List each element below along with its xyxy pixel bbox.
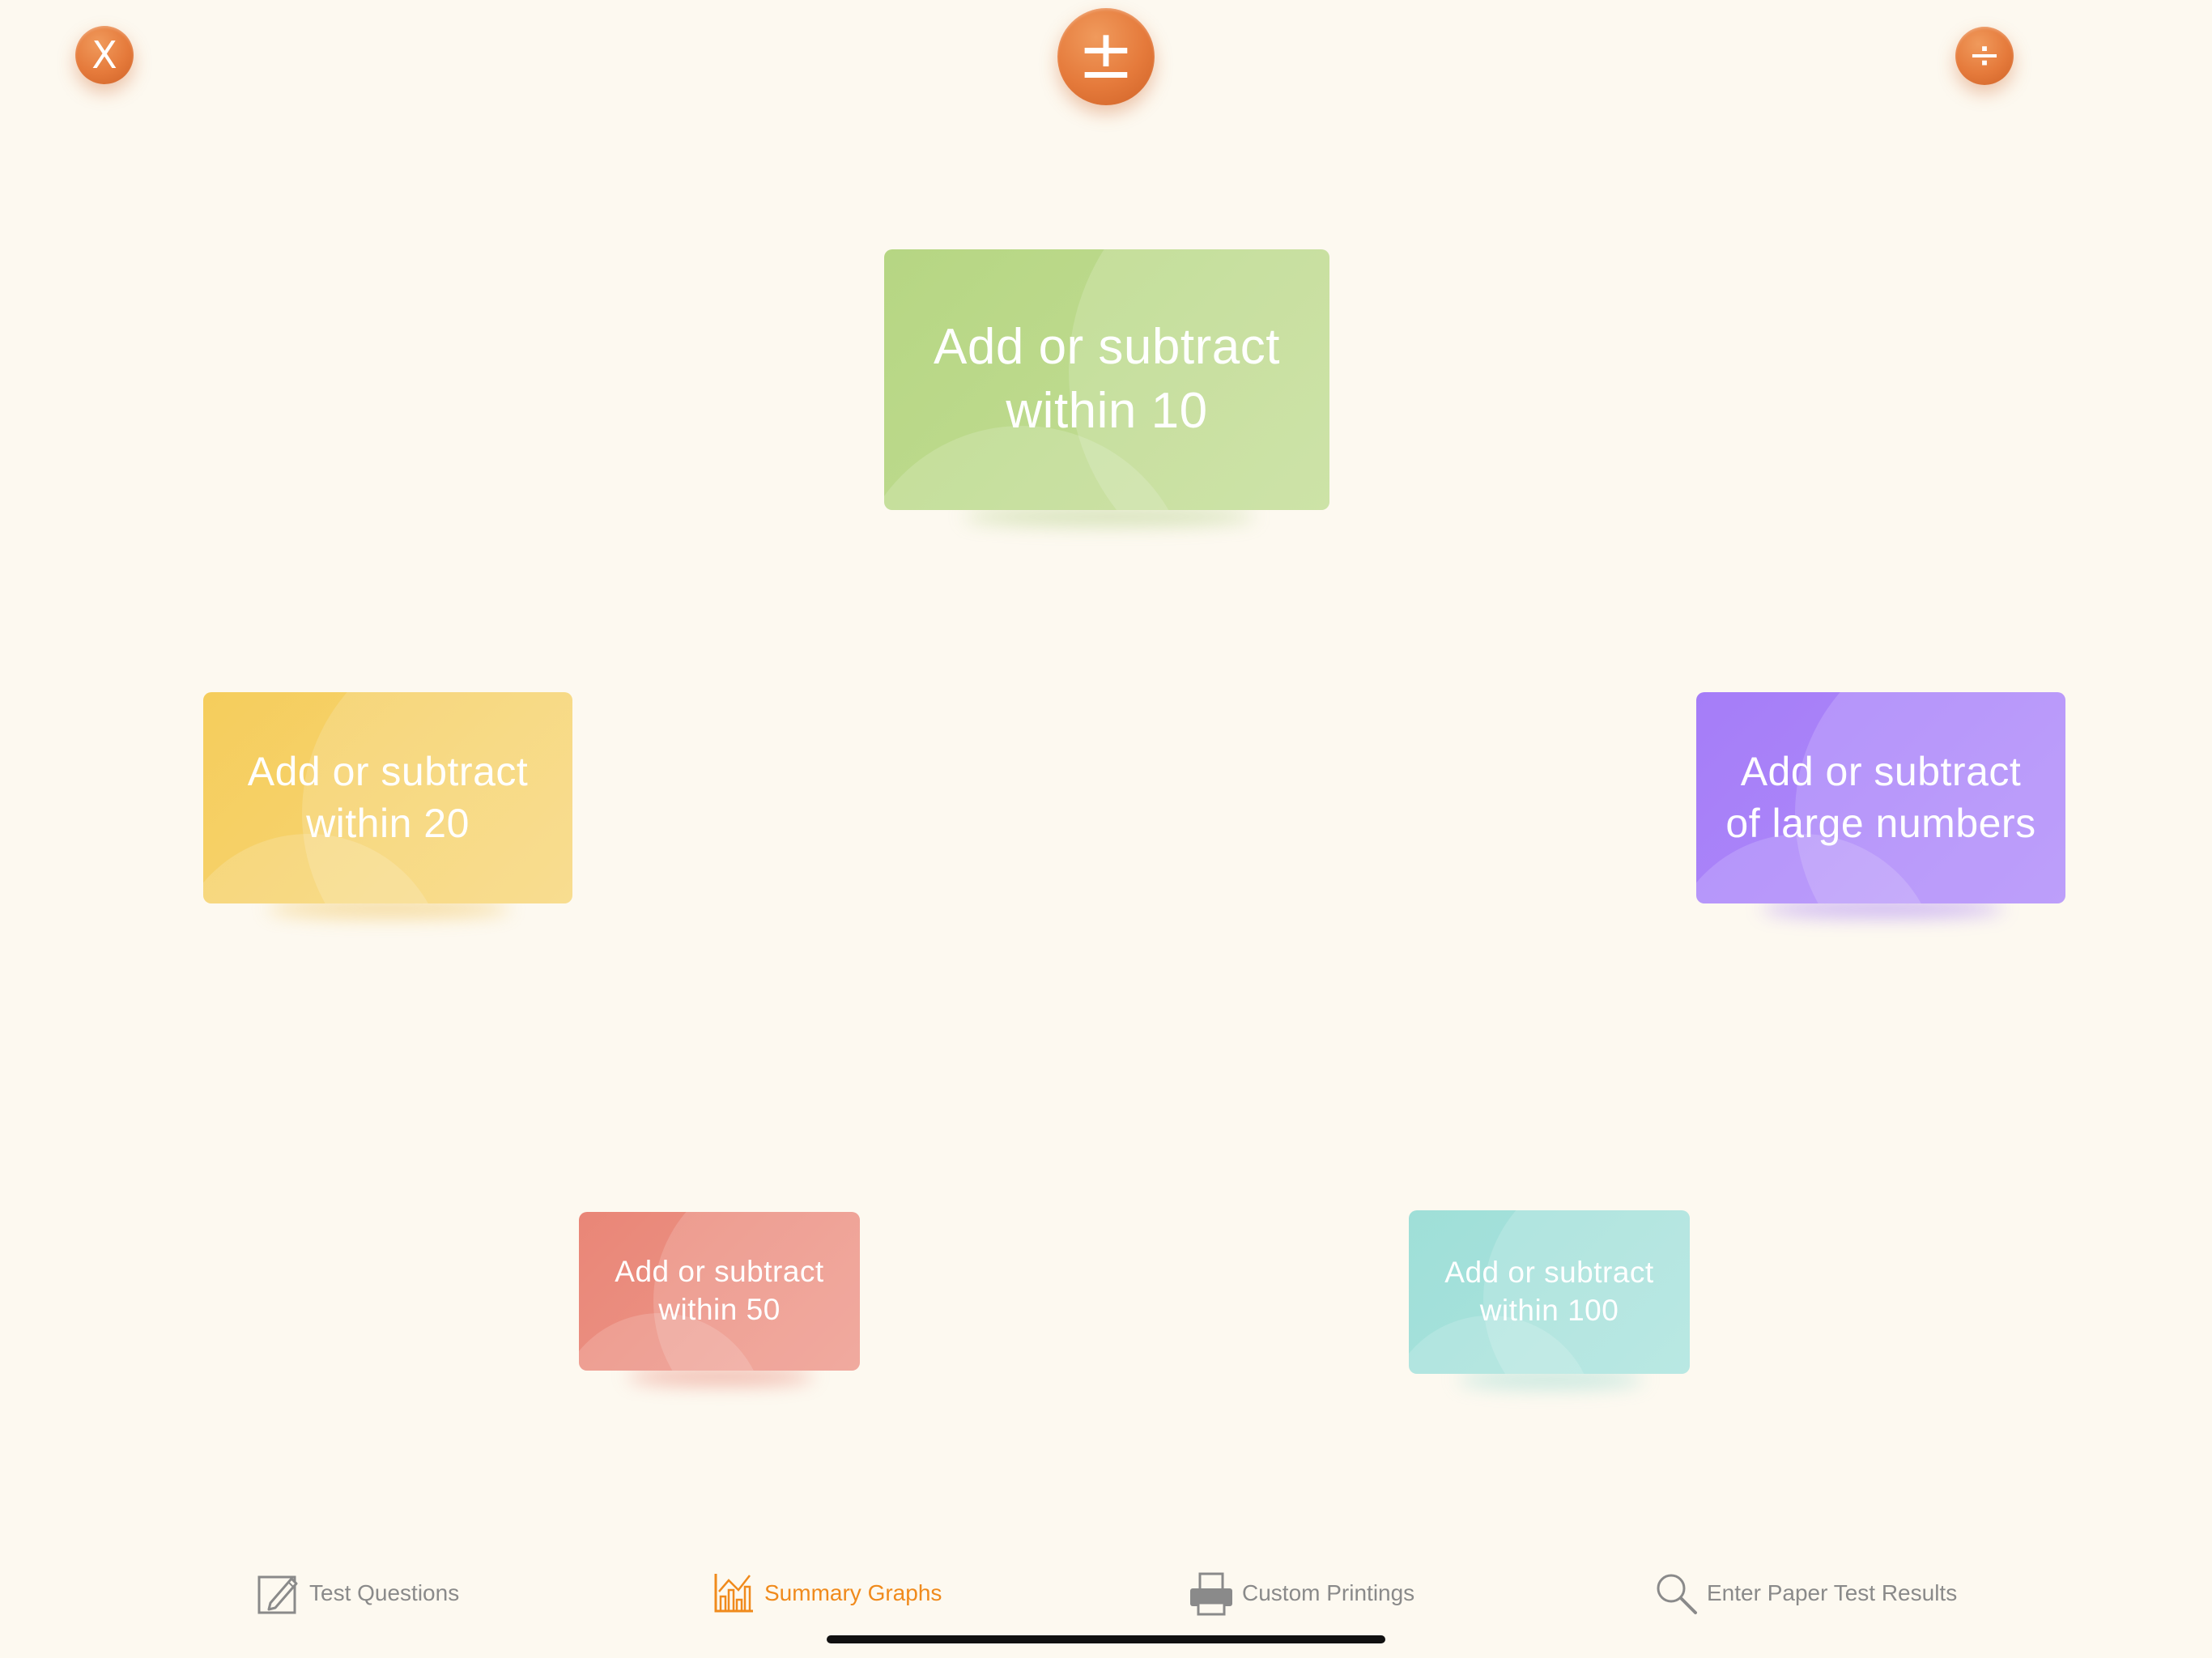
card-within-20[interactable]: Add or subtract within 20 — [203, 692, 572, 903]
tab-label: Enter Paper Test Results — [1707, 1580, 1958, 1605]
card-label-line2: within 20 — [306, 800, 470, 846]
card-label-line2: within 10 — [1006, 383, 1208, 439]
card-label: Add or subtract within 20 — [248, 746, 529, 849]
card-within-10[interactable]: Add or subtract within 10 — [884, 249, 1329, 510]
card-label: Add or subtract within 50 — [615, 1253, 823, 1329]
card-label-line2: within 100 — [1479, 1294, 1619, 1327]
card-within-100[interactable]: Add or subtract within 100 — [1409, 1210, 1690, 1374]
card-label-line1: Add or subtract — [1740, 749, 2022, 794]
tab-summary-graphs[interactable]: Summary Graphs — [711, 1569, 942, 1618]
card-label-line2: within 50 — [658, 1293, 781, 1326]
tab-label: Summary Graphs — [764, 1580, 942, 1605]
plus-minus-mode-button[interactable]: ± — [1057, 8, 1155, 105]
close-icon: X — [91, 33, 117, 77]
card-shadow — [963, 508, 1255, 525]
plus-minus-icon: ± — [1077, 15, 1135, 94]
divide-mode-button[interactable]: ÷ — [1955, 27, 2014, 85]
card-label: Add or subtract within 100 — [1444, 1254, 1653, 1330]
home-indicator[interactable] — [827, 1635, 1385, 1643]
card-label-line2: of large numbers — [1725, 800, 2036, 846]
tab-custom-printings[interactable]: Custom Printings — [1189, 1569, 1414, 1618]
card-label-line1: Add or subtract — [615, 1255, 824, 1289]
card-label: Add or subtract of large numbers — [1725, 746, 2035, 849]
pencil-icon — [256, 1571, 301, 1616]
app-screen: X ± ÷ Add or subtract within 10 Add or s… — [0, 0, 2212, 1658]
printer-icon — [1189, 1571, 1234, 1616]
card-large-numbers[interactable]: Add or subtract of large numbers — [1696, 692, 2065, 903]
card-label: Add or subtract within 10 — [934, 316, 1280, 443]
tab-label: Test Questions — [309, 1580, 460, 1605]
tab-label: Custom Printings — [1242, 1580, 1415, 1605]
card-label-line1: Add or subtract — [934, 319, 1280, 376]
tab-test-questions[interactable]: Test Questions — [256, 1569, 459, 1618]
magnifier-icon — [1653, 1571, 1699, 1616]
bar-graph-icon — [711, 1571, 756, 1616]
tab-enter-paper-test-results[interactable]: Enter Paper Test Results — [1653, 1569, 1957, 1618]
divide-icon: ÷ — [1967, 32, 2001, 78]
card-within-50[interactable]: Add or subtract within 50 — [579, 1212, 860, 1371]
card-label-line1: Add or subtract — [247, 749, 529, 794]
close-button[interactable]: X — [75, 26, 134, 84]
card-shadow — [627, 1368, 814, 1384]
card-label-line1: Add or subtract — [1444, 1256, 1654, 1290]
card-shadow — [1457, 1371, 1644, 1388]
